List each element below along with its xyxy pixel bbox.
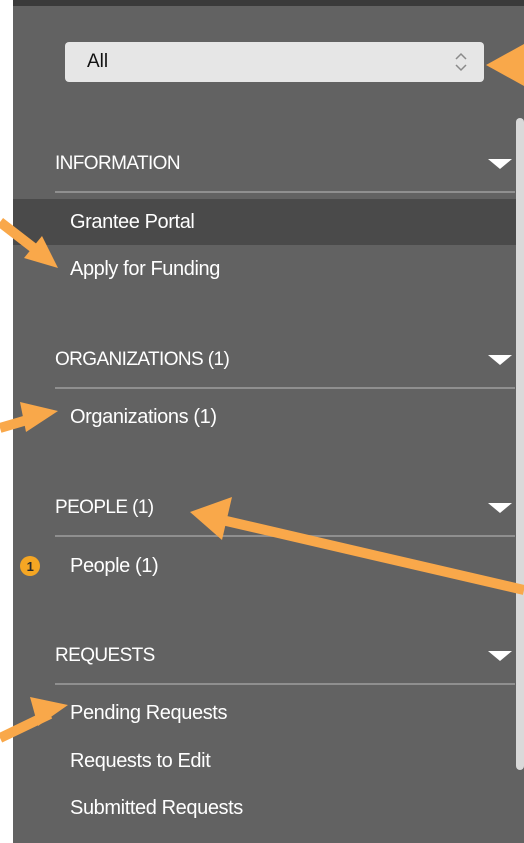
section-title: PEOPLE (1) — [55, 497, 154, 518]
section-header-requests[interactable]: REQUESTS — [55, 629, 515, 685]
notification-badge: 1 — [20, 556, 40, 576]
nav-item-label: Grantee Portal — [70, 210, 195, 233]
section-header-information[interactable]: INFORMATION — [55, 137, 515, 193]
section-header-people[interactable]: PEOPLE (1) — [55, 481, 515, 537]
caret-down-icon[interactable] — [488, 503, 512, 513]
nav-item-label: Pending Requests — [70, 701, 228, 724]
nav-item-organizations[interactable]: Organizations (1) — [13, 394, 517, 440]
filter-select[interactable]: All — [65, 42, 484, 82]
caret-down-icon[interactable] — [488, 159, 512, 169]
scrollbar[interactable] — [516, 118, 524, 770]
nav-item-label: Submitted Requests — [70, 796, 243, 819]
nav-item-people[interactable]: 1 People (1) — [13, 543, 517, 589]
caret-down-icon[interactable] — [488, 651, 512, 661]
nav-item-label: Apply for Funding — [70, 257, 220, 280]
nav-item-apply-for-funding[interactable]: Apply for Funding — [13, 246, 517, 292]
section-title: REQUESTS — [55, 645, 155, 666]
nav-item-label: Organizations (1) — [70, 405, 217, 428]
section-title: INFORMATION — [55, 153, 181, 174]
filter-select-value: All — [87, 51, 109, 72]
section-title: ORGANIZATIONS (1) — [55, 349, 230, 370]
nav-item-label: People (1) — [70, 554, 159, 577]
chevron-updown-icon — [455, 52, 467, 72]
nav-item-label: Requests to Edit — [70, 749, 211, 772]
nav-item-submitted-requests[interactable]: Submitted Requests — [13, 785, 517, 831]
nav-item-requests-to-edit[interactable]: Requests to Edit — [13, 738, 517, 784]
nav-item-grantee-portal[interactable]: Grantee Portal — [13, 199, 517, 245]
nav-item-pending-requests[interactable]: Pending Requests — [13, 690, 517, 736]
caret-down-icon[interactable] — [488, 355, 512, 365]
section-header-organizations[interactable]: ORGANIZATIONS (1) — [55, 333, 515, 389]
top-edge-bar — [13, 0, 524, 6]
